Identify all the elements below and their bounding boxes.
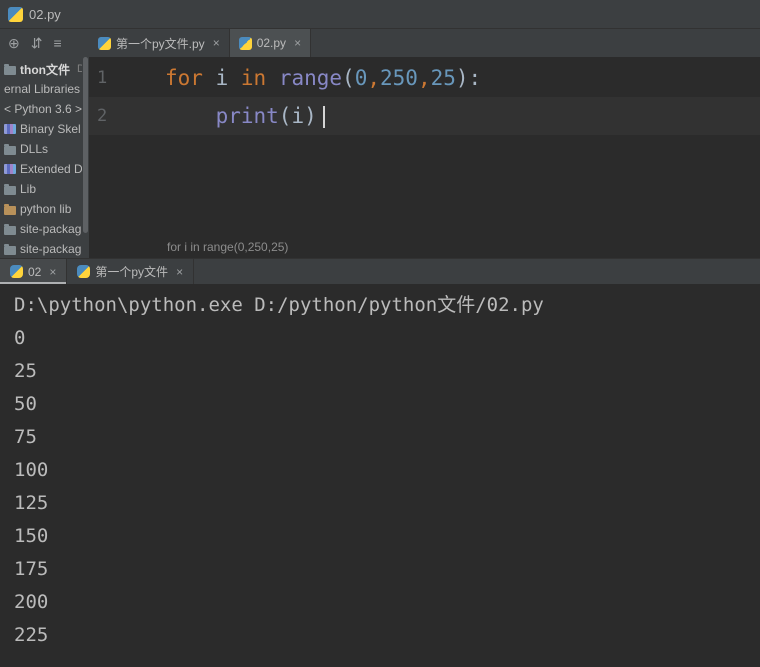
editor-tab-label: 第一个py文件.py <box>116 36 205 51</box>
main-area: thon文件 D:\p ernal Libraries < Python 3.6… <box>0 57 760 258</box>
close-icon[interactable]: × <box>176 265 183 279</box>
tree-item-label: site-packag <box>20 222 82 236</box>
tree-item-label: ernal Libraries <box>4 82 81 96</box>
editor-line[interactable]: 1 for i in range(0,250,25): <box>89 59 760 97</box>
python-file-icon <box>238 36 252 50</box>
tree-item-label: site-packag <box>20 242 82 256</box>
console-output-line: 175 <box>14 558 49 580</box>
folder-icon <box>4 183 16 195</box>
editor-tab-02py[interactable]: 02.py × <box>229 29 312 57</box>
tree-item-label: < Python 3.6 > <box>4 102 82 116</box>
console-output-line: 125 <box>14 492 49 514</box>
tree-item-python-lib[interactable]: python lib <box>0 199 82 219</box>
run-tab-label: 02 <box>28 264 42 279</box>
console-output-line: 25 <box>14 360 37 382</box>
editor-tab-label: 02.py <box>256 36 287 50</box>
line-number: 2 <box>97 106 108 126</box>
console-output-line: 75 <box>14 426 37 448</box>
code-editor[interactable]: 1 for i in range(0,250,25): 2 print(i) f… <box>89 57 760 258</box>
python-logo-icon <box>10 265 23 278</box>
expand-all-icon[interactable]: ⇵ <box>31 35 43 52</box>
console-output-line: 50 <box>14 393 37 415</box>
run-console[interactable]: D:\python\python.exe D:/python/python文件/… <box>0 284 760 667</box>
breadcrumb-context-hint: for i in range(0,250,25) <box>167 240 289 254</box>
tree-item-project-root[interactable]: thon文件 D:\p <box>0 59 82 79</box>
folder-icon <box>4 243 16 255</box>
console-output-line: 150 <box>14 525 49 547</box>
console-command-line: D:\python\python.exe D:/python/python文件/… <box>14 294 544 316</box>
tree-item-binary-skeletons[interactable]: Binary Skel <box>0 119 82 139</box>
scrollbar-thumb[interactable] <box>83 57 88 233</box>
folder-icon <box>4 203 16 215</box>
run-tab-label: 第一个py文件 <box>95 265 169 279</box>
pycharm-window: 02.py ⊕ ⇵ ≡ 第一个py文件.py × 02.py × thon文件 … <box>0 0 760 667</box>
library-icon <box>4 124 16 134</box>
tree-item-label: Lib <box>20 182 37 196</box>
library-icon <box>4 164 16 174</box>
python-logo-icon <box>77 265 91 278</box>
python-file-icon <box>98 36 111 50</box>
tree-item-dlls[interactable]: DLLs <box>0 139 82 159</box>
python-file-icon <box>8 6 23 22</box>
code-text: for i in range(0,250,25): <box>165 66 482 90</box>
close-icon[interactable]: × <box>294 36 301 50</box>
close-icon[interactable]: × <box>213 36 220 50</box>
project-tree-scrollbar[interactable] <box>82 57 89 258</box>
line-number: 1 <box>97 68 108 88</box>
console-output-line: 100 <box>14 459 49 481</box>
editor-line-current[interactable]: 2 print(i) <box>89 97 760 135</box>
tree-item-site-packages[interactable]: site-packag <box>0 239 82 258</box>
tree-item-external-libraries[interactable]: ernal Libraries <box>0 79 82 99</box>
code-area[interactable]: 1 for i in range(0,250,25): 2 print(i) <box>89 57 760 236</box>
text-cursor <box>322 106 325 128</box>
run-tab-02[interactable]: 02 × <box>0 259 68 284</box>
folder-icon <box>4 143 16 155</box>
toolbar: ⊕ ⇵ ≡ <box>0 29 89 57</box>
tree-item-lib[interactable]: Lib <box>0 179 82 199</box>
console-output-line: 225 <box>14 624 49 646</box>
tree-item-extended-definitions[interactable]: Extended D <box>0 159 82 179</box>
tree-item-label: Extended D <box>20 162 82 176</box>
run-tool-tab-bar: 02 × 第一个py文件 × <box>0 258 760 284</box>
tree-item-label: python lib <box>20 202 72 216</box>
console-output-line: 0 <box>14 327 26 349</box>
editor-tab-first-file[interactable]: 第一个py文件.py × <box>89 29 230 57</box>
folder-icon <box>4 223 16 235</box>
code-text: print(i) <box>159 104 325 128</box>
collapse-all-icon[interactable]: ≡ <box>53 35 61 51</box>
tree-item-label: thon文件 <box>20 62 70 77</box>
project-tree-panel: thon文件 D:\p ernal Libraries < Python 3.6… <box>0 57 82 258</box>
editor-tab-bar: ⊕ ⇵ ≡ 第一个py文件.py × 02.py × <box>0 29 760 57</box>
console-output-line: 200 <box>14 591 49 613</box>
folder-icon <box>4 63 16 75</box>
window-title: 02.py <box>29 6 61 22</box>
run-tab-first-file[interactable]: 第一个py文件 × <box>67 259 195 284</box>
compass-icon[interactable]: ⊕ <box>8 35 20 52</box>
tree-item-label: DLLs <box>20 142 49 156</box>
title-bar: 02.py <box>0 0 760 29</box>
tree-item-label: Binary Skel <box>20 122 81 136</box>
tree-item-python-interpreter[interactable]: < Python 3.6 > <box>0 99 82 119</box>
close-icon[interactable]: × <box>49 265 56 279</box>
tree-item-site-packages[interactable]: site-packag <box>0 219 82 239</box>
